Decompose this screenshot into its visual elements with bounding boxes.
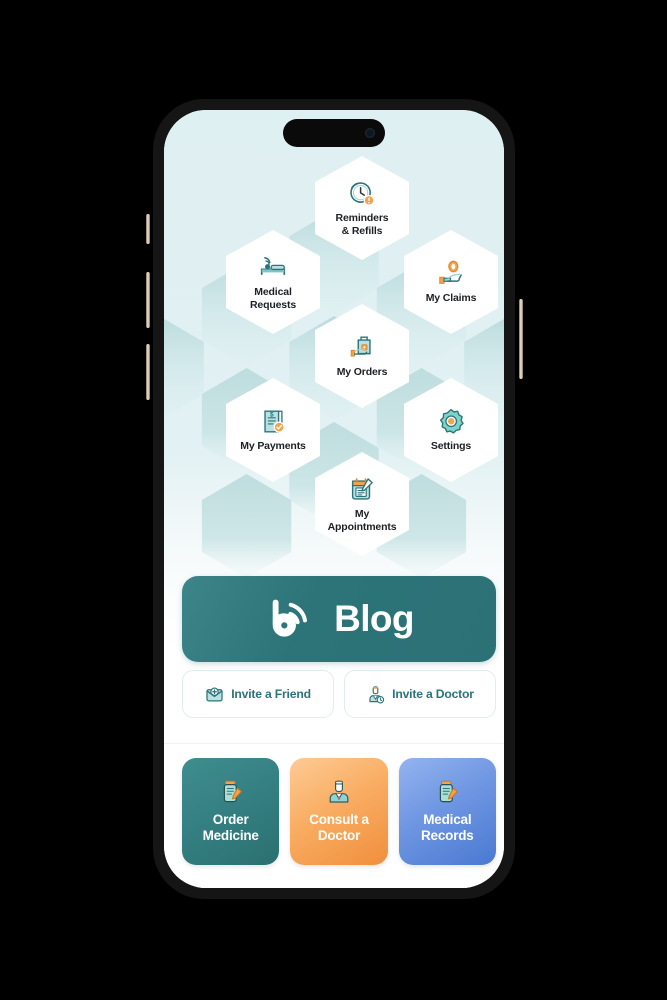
blog-banner-button[interactable]: Blog bbox=[182, 576, 496, 662]
hex-tile-label: My Orders bbox=[336, 366, 388, 379]
hexagon-menu-grid: Reminders & Refills Medical Requests My … bbox=[164, 134, 504, 564]
phone-bezel: Reminders & Refills Medical Requests My … bbox=[153, 99, 515, 899]
invite-buttons-row: Invite a Friend Invite a Doctor bbox=[182, 670, 496, 718]
volume-up-button[interactable] bbox=[145, 272, 150, 328]
hex-tile-medical-requests[interactable]: Medical Requests bbox=[226, 230, 320, 334]
clock-refill-icon bbox=[350, 181, 375, 206]
order-medicine-card[interactable]: Order Medicine bbox=[182, 758, 280, 865]
invite-a-friend-button[interactable]: Invite a Friend bbox=[182, 670, 334, 718]
hex-tile-reminders-refills[interactable]: Reminders & Refills bbox=[315, 156, 409, 260]
hex-tile-label: My Claims bbox=[425, 292, 477, 305]
pill-bottle-icon bbox=[223, 780, 242, 803]
order-medicine-label: Order Medicine bbox=[202, 811, 259, 843]
invite-a-doctor-button[interactable]: Invite a Doctor bbox=[344, 670, 496, 718]
hex-tile-my-appointments[interactable]: My Appointments bbox=[315, 452, 409, 556]
hand-shopping-bag-icon bbox=[350, 336, 371, 357]
hex-tile-my-claims[interactable]: My Claims bbox=[404, 230, 498, 334]
power-button[interactable] bbox=[518, 299, 523, 379]
front-camera-icon bbox=[365, 128, 375, 138]
section-divider bbox=[164, 743, 504, 744]
patient-bed-signal-icon bbox=[260, 256, 286, 275]
medical-records-card[interactable]: Medical Records bbox=[398, 758, 496, 865]
volume-down-button[interactable] bbox=[145, 344, 150, 400]
dynamic-island-notch bbox=[283, 119, 385, 147]
doctor-icon bbox=[329, 780, 349, 803]
envelope-plus-icon bbox=[206, 686, 223, 701]
blog-b-waves-icon bbox=[272, 599, 308, 637]
doctor-clock-icon bbox=[369, 685, 385, 703]
phone-device-frame: Reminders & Refills Medical Requests My … bbox=[145, 94, 523, 904]
hex-tile-label: Settings bbox=[430, 440, 472, 453]
hand-coin-icon bbox=[439, 260, 463, 284]
hex-tile-label: Medical Requests bbox=[249, 285, 297, 311]
mute-switch-button[interactable] bbox=[145, 214, 150, 244]
svg-text:$: $ bbox=[270, 411, 274, 418]
invite-a-doctor-label: Invite a Doctor bbox=[392, 687, 474, 701]
phone-screen: Reminders & Refills Medical Requests My … bbox=[164, 110, 504, 888]
invoice-coin-icon: $ bbox=[264, 410, 285, 434]
invite-a-friend-label: Invite a Friend bbox=[231, 687, 311, 701]
quick-action-cards-row: Order Medicine Consult a Doctor Medical … bbox=[182, 758, 496, 865]
medical-records-label: Medical Records bbox=[421, 811, 474, 843]
hex-tile-label: Reminders & Refills bbox=[335, 211, 389, 237]
hex-tile-label: My Payments bbox=[240, 440, 306, 453]
hex-tile-settings[interactable]: Settings bbox=[404, 378, 498, 482]
hex-tile-label: My Appointments bbox=[327, 507, 397, 533]
gear-icon bbox=[439, 409, 464, 434]
pill-bottle-icon-2 bbox=[440, 780, 459, 803]
consult-a-doctor-label: Consult a Doctor bbox=[309, 811, 369, 843]
blog-banner-label: Blog bbox=[334, 598, 414, 639]
hex-tile-my-payments[interactable]: $ My Payments bbox=[226, 378, 320, 482]
calendar-pen-icon bbox=[351, 477, 373, 500]
hex-tile-my-orders[interactable]: My Orders bbox=[315, 304, 409, 408]
consult-a-doctor-card[interactable]: Consult a Doctor bbox=[290, 758, 388, 865]
